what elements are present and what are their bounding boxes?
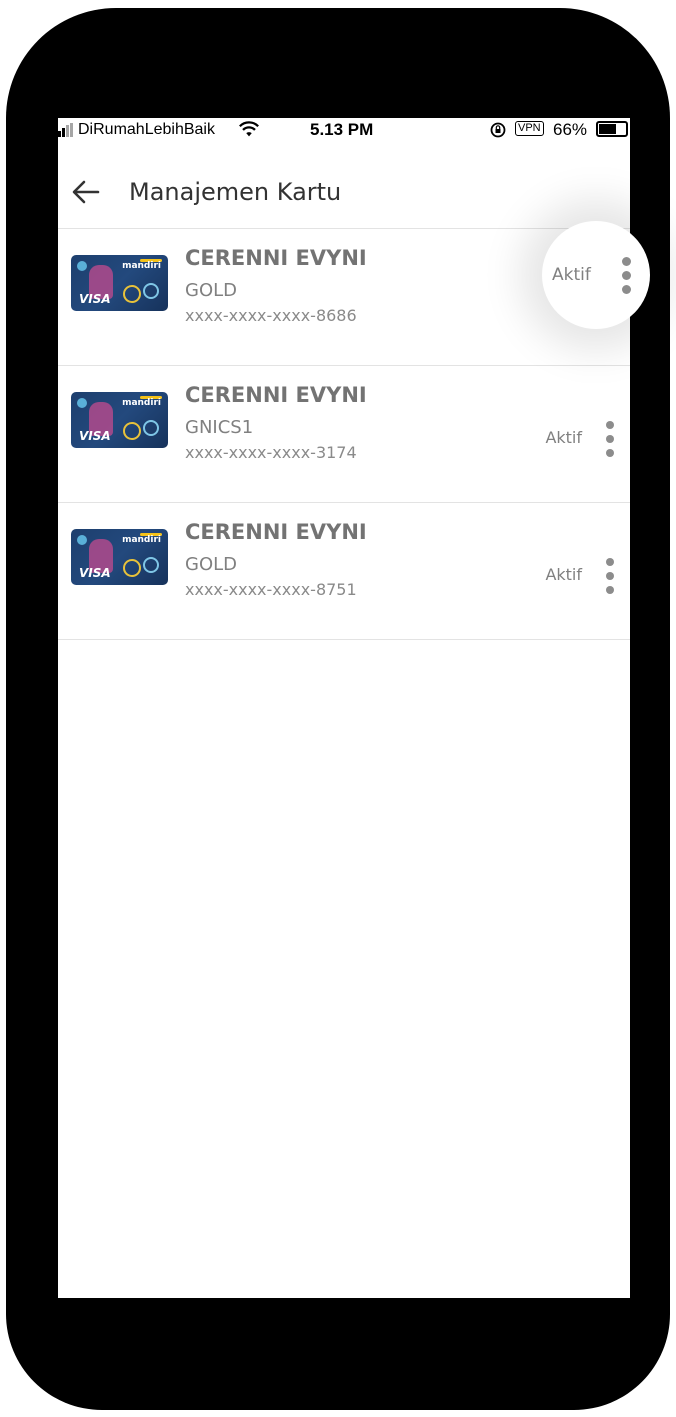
card-image: mandiri VISA: [71, 392, 168, 448]
card-holder-name: CERENNI EVYNI: [185, 246, 367, 270]
back-arrow-icon[interactable]: [70, 176, 102, 208]
bank-logo: mandiri: [122, 535, 161, 545]
card-image: mandiri VISA: [71, 529, 168, 585]
card-image: mandiri VISA: [71, 255, 168, 311]
more-options-icon[interactable]: [618, 257, 634, 295]
card-number: xxxx-xxxx-xxxx-3174: [185, 443, 357, 462]
vpn-badge: VPN: [515, 121, 544, 136]
card-type: GOLD: [185, 554, 238, 575]
battery-icon: [596, 121, 628, 137]
visa-logo: VISA: [79, 429, 111, 443]
bank-logo: mandiri: [122, 261, 161, 271]
card-holder-name: CERENNI EVYNI: [185, 383, 367, 407]
card-holder-name: CERENNI EVYNI: [185, 520, 367, 544]
card-type: GOLD: [185, 280, 238, 301]
bank-logo: mandiri: [122, 398, 161, 408]
card-status: Aktif: [545, 428, 582, 447]
visa-logo: VISA: [79, 292, 111, 306]
phone-frame: DiRumahLebihBaik 5.13 PM VPN 66% Manajem…: [6, 8, 670, 1410]
card-item[interactable]: mandiri VISA CERENNI EVYNI GOLD xxxx-xxx…: [58, 503, 630, 640]
spotlight-highlight: Aktif: [542, 221, 650, 329]
app-screen: DiRumahLebihBaik 5.13 PM VPN 66% Manajem…: [58, 118, 630, 1298]
visa-logo: VISA: [79, 566, 111, 580]
wifi-icon: [239, 121, 259, 137]
more-options-icon[interactable]: [602, 558, 618, 594]
status-bar: DiRumahLebihBaik 5.13 PM VPN 66%: [58, 118, 630, 142]
battery-percent: 66%: [553, 120, 588, 139]
page-title: Manajemen Kartu: [129, 178, 342, 206]
more-options-icon[interactable]: [602, 421, 618, 457]
rotation-lock-icon: [490, 122, 506, 138]
card-status: Aktif: [552, 265, 591, 285]
card-number: xxxx-xxxx-xxxx-8686: [185, 306, 357, 325]
clock: 5.13 PM: [310, 120, 374, 139]
card-type: GNICS1: [185, 417, 254, 438]
app-header: Manajemen Kartu: [58, 142, 630, 229]
carrier-name: DiRumahLebihBaik: [78, 121, 215, 138]
card-status: Aktif: [545, 565, 582, 584]
card-item[interactable]: mandiri VISA CERENNI EVYNI GNICS1 xxxx-x…: [58, 366, 630, 503]
card-item[interactable]: mandiri VISA CERENNI EVYNI GOLD xxxx-xxx…: [58, 229, 630, 366]
signal-icon: [58, 123, 76, 137]
card-number: xxxx-xxxx-xxxx-8751: [185, 580, 357, 599]
